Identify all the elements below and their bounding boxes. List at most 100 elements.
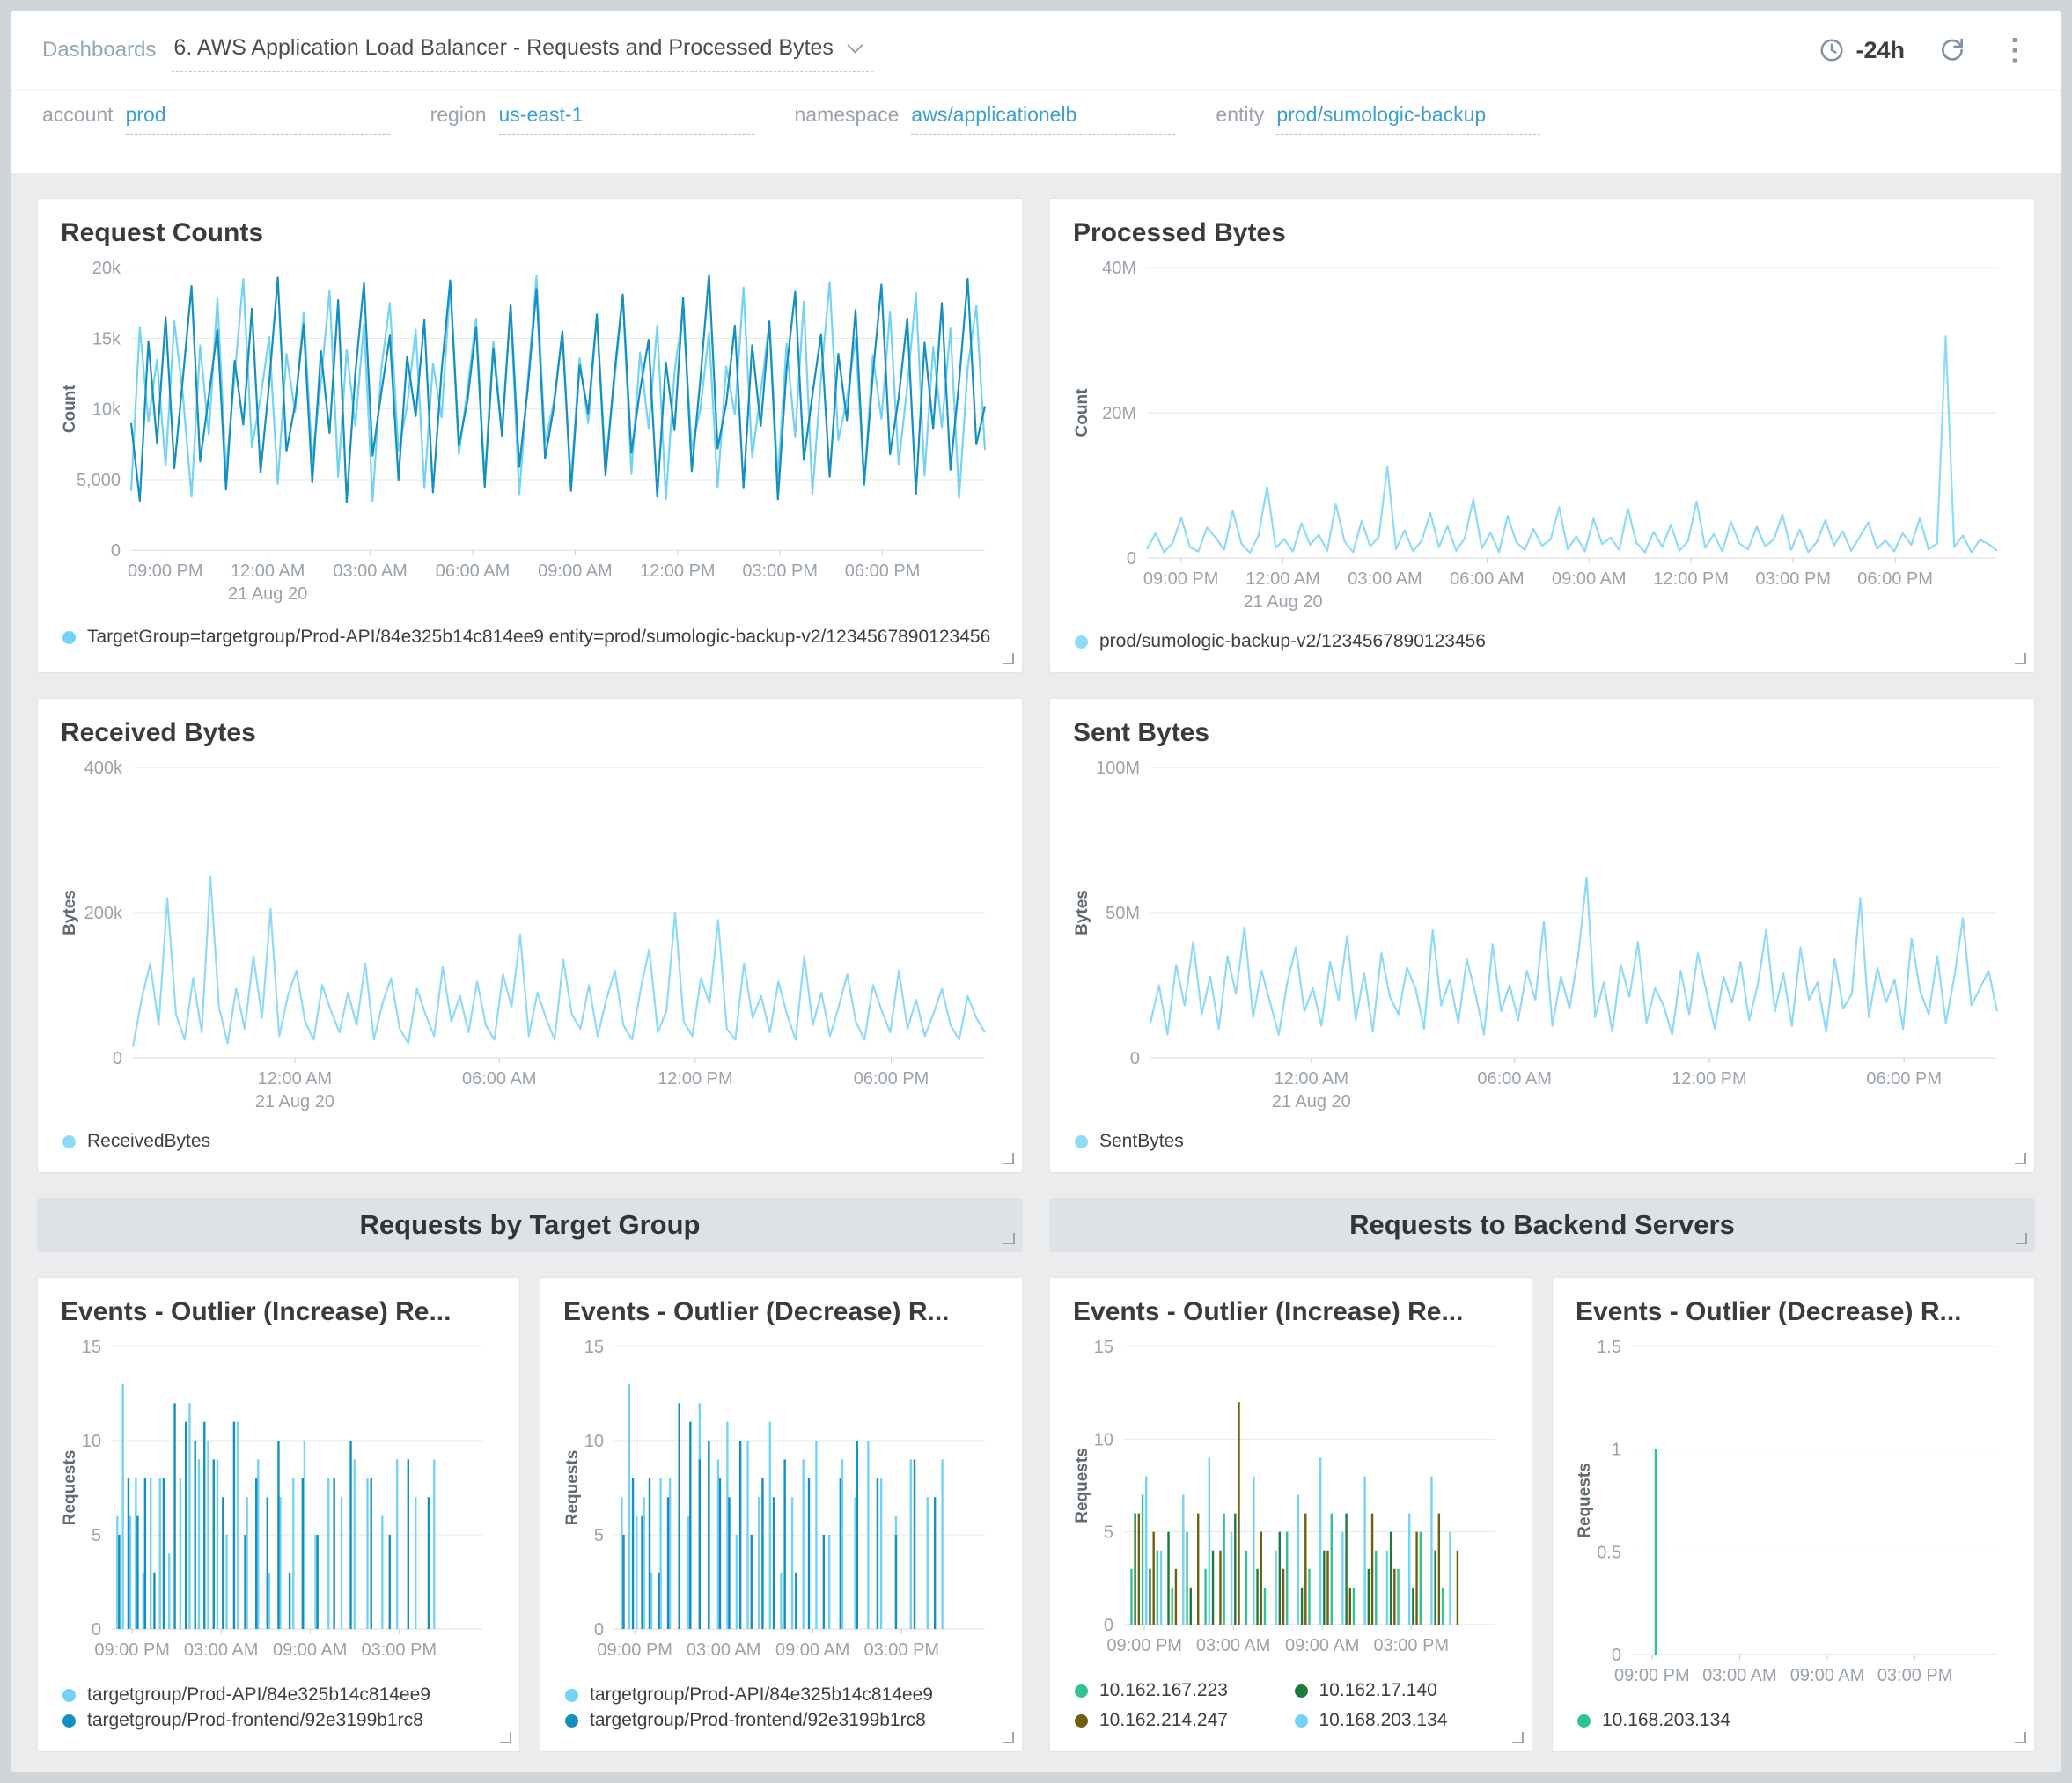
svg-text:09:00 AM: 09:00 AM xyxy=(1285,1636,1360,1655)
time-range-control[interactable]: -24h xyxy=(1819,37,1905,64)
resize-handle[interactable] xyxy=(2015,653,2026,664)
legend: 10.168.203.134 xyxy=(1576,1695,2011,1739)
section-header-label: Requests by Target Group xyxy=(360,1209,701,1241)
legend-label: 10.162.167.223 xyxy=(1099,1680,1228,1701)
svg-text:21 Aug 20: 21 Aug 20 xyxy=(1244,592,1323,612)
resize-handle[interactable] xyxy=(1003,1233,1015,1244)
panel-processed-bytes: Processed Bytes 020M40MCount09:00 PM12:0… xyxy=(1049,198,2035,673)
panel-events-outlier-increase-targetgroup: Events - Outlier (Increase) Re... 051015… xyxy=(37,1277,520,1752)
resize-handle[interactable] xyxy=(2015,1153,2026,1164)
svg-text:09:00 PM: 09:00 PM xyxy=(94,1640,170,1660)
svg-text:15: 15 xyxy=(1094,1338,1113,1357)
filter-entity: entity prod/sumologic-backup xyxy=(1216,103,1540,135)
legend-item[interactable]: TargetGroup=targetgroup/Prod-API/84e325b… xyxy=(62,623,997,652)
resize-handle[interactable] xyxy=(2015,1732,2026,1743)
panel-title-request-counts: Request Counts xyxy=(61,218,999,248)
filter-value-region[interactable]: us-east-1 xyxy=(499,103,754,135)
svg-text:5,000: 5,000 xyxy=(77,471,121,490)
panel-title: Events - Outlier (Increase) Re... xyxy=(1073,1297,1509,1327)
breadcrumb-dashboards[interactable]: Dashboards xyxy=(42,38,156,62)
panel-title-sent-bytes: Sent Bytes xyxy=(1073,718,2011,748)
panel-sent-bytes: Sent Bytes 050M100MBytes12:00 AM21 Aug 2… xyxy=(1049,698,2035,1173)
resize-handle[interactable] xyxy=(1003,1732,1014,1743)
svg-text:Count: Count xyxy=(61,385,79,434)
legend-label: 10.162.214.247 xyxy=(1099,1710,1228,1731)
panel-events-outlier-decrease-backend: Events - Outlier (Decrease) R... 00.511.… xyxy=(1552,1277,2035,1752)
events-outlier-decrease-targetgroup-chart[interactable]: 051015Requests09:00 PM03:00 AM09:00 AM03… xyxy=(563,1334,999,1669)
dashboard-body: Request Counts 05,00010k15k20kCount09:00… xyxy=(11,173,2061,1772)
filter-label-namespace: namespace xyxy=(795,103,900,127)
resize-handle[interactable] xyxy=(1003,1153,1014,1164)
legend-dot xyxy=(62,1135,76,1148)
svg-text:03:00 PM: 03:00 PM xyxy=(361,1640,437,1660)
svg-text:21 Aug 20: 21 Aug 20 xyxy=(1272,1092,1351,1112)
sent-bytes-chart[interactable]: 050M100MBytes12:00 AM21 Aug 2006:00 AM12… xyxy=(1073,755,2011,1116)
page-title: 6. AWS Application Load Balancer - Reque… xyxy=(173,35,834,61)
svg-text:12:00 AM: 12:00 AM xyxy=(1275,1069,1349,1089)
events-outlier-increase-targetgroup-chart[interactable]: 051015Requests09:00 PM03:00 AM09:00 AM03… xyxy=(61,1334,496,1669)
legend-item[interactable]: targetgroup/Prod-frontend/92e3199b1rc8 xyxy=(565,1710,997,1731)
events-outlier-increase-backend-chart[interactable]: 051015Requests09:00 PM03:00 AM09:00 AM03… xyxy=(1073,1334,1509,1665)
filter-value-account[interactable]: prod xyxy=(126,103,390,135)
legend-label: 10.168.203.134 xyxy=(1602,1710,1730,1731)
svg-text:09:00 PM: 09:00 PM xyxy=(1143,569,1219,589)
dashboard-title-dropdown[interactable]: 6. AWS Application Load Balancer - Reque… xyxy=(172,28,873,72)
legend-dot xyxy=(1075,1135,1088,1148)
svg-text:0: 0 xyxy=(1127,549,1136,569)
legend-dot xyxy=(1075,1714,1088,1728)
legend-item[interactable]: SentBytes xyxy=(1075,1131,2010,1152)
panel-title: Events - Outlier (Decrease) R... xyxy=(563,1297,999,1327)
legend-dot xyxy=(62,631,76,644)
section-header-requests-by-target-group[interactable]: Requests by Target Group xyxy=(37,1198,1023,1252)
svg-text:12:00 PM: 12:00 PM xyxy=(1653,569,1729,589)
legend-item[interactable]: prod/sumologic-backup-v2/123456789012345… xyxy=(1075,631,2010,652)
panel-title: Events - Outlier (Decrease) R... xyxy=(1576,1297,2011,1327)
legend-item[interactable]: ReceivedBytes xyxy=(62,1131,997,1152)
svg-text:50M: 50M xyxy=(1106,904,1140,923)
legend-request-counts: TargetGroup=targetgroup/Prod-API/84e325b… xyxy=(61,608,999,660)
legend-item[interactable]: 10.168.203.134 xyxy=(1577,1710,2010,1731)
legend-dot xyxy=(1295,1714,1308,1728)
topbar: Dashboards 6. AWS Application Load Balan… xyxy=(11,11,2061,91)
legend-item[interactable]: 10.162.214.247 xyxy=(1075,1710,1288,1731)
svg-text:12:00 AM: 12:00 AM xyxy=(258,1069,333,1089)
svg-text:0: 0 xyxy=(92,1620,101,1640)
request-counts-chart[interactable]: 05,00010k15k20kCount09:00 PM12:00 AM21 A… xyxy=(61,255,999,608)
resize-handle[interactable] xyxy=(500,1732,511,1743)
legend-item[interactable]: targetgroup/Prod-API/84e325b14c814ee9 xyxy=(565,1684,997,1706)
filter-account: account prod xyxy=(42,103,390,135)
legend-item[interactable]: targetgroup/Prod-API/84e325b14c814ee9 xyxy=(62,1684,495,1706)
filter-value-entity[interactable]: prod/sumologic-backup xyxy=(1276,103,1540,135)
svg-text:20M: 20M xyxy=(1102,404,1136,423)
panel-title-processed-bytes: Processed Bytes xyxy=(1073,218,2011,248)
filter-bar: account prod region us-east-1 namespace … xyxy=(11,91,2061,173)
panel-received-bytes: Received Bytes 0200k400kBytes12:00 AM21 … xyxy=(37,698,1023,1173)
received-bytes-chart[interactable]: 0200k400kBytes12:00 AM21 Aug 2006:00 AM1… xyxy=(61,755,999,1116)
legend: 10.162.167.223 10.162.17.140 10.162.214.… xyxy=(1073,1665,1509,1739)
legend-label: 10.168.203.134 xyxy=(1319,1710,1448,1731)
resize-handle[interactable] xyxy=(1003,653,1014,664)
filter-label-entity: entity xyxy=(1216,103,1264,127)
svg-text:15: 15 xyxy=(82,1338,101,1357)
filter-value-namespace[interactable]: aws/applicationelb xyxy=(911,103,1175,135)
resize-handle[interactable] xyxy=(1512,1732,1524,1743)
section-header-requests-to-backend-servers[interactable]: Requests to Backend Servers xyxy=(1049,1198,2035,1252)
processed-bytes-chart[interactable]: 020M40MCount09:00 PM12:00 AM21 Aug 2003:… xyxy=(1073,255,2011,616)
page-frame: Dashboards 6. AWS Application Load Balan… xyxy=(0,0,2072,1783)
legend-label: targetgroup/Prod-frontend/92e3199b1rc8 xyxy=(590,1710,926,1731)
legend-item[interactable]: targetgroup/Prod-frontend/92e3199b1rc8 xyxy=(62,1710,495,1731)
svg-text:03:00 PM: 03:00 PM xyxy=(1877,1666,1953,1685)
legend-item[interactable]: 10.162.17.140 xyxy=(1295,1680,1508,1701)
kebab-menu-icon[interactable]: ⋮ xyxy=(2000,35,2030,65)
svg-text:1: 1 xyxy=(1612,1441,1621,1460)
svg-text:40M: 40M xyxy=(1102,259,1136,278)
svg-text:0: 0 xyxy=(1104,1616,1113,1635)
refresh-icon[interactable] xyxy=(1938,36,1966,64)
events-outlier-decrease-backend-chart[interactable]: 00.511.5Requests09:00 PM03:00 AM09:00 AM… xyxy=(1576,1334,2011,1695)
resize-handle[interactable] xyxy=(2016,1233,2027,1244)
legend-label: TargetGroup=targetgroup/Prod-API/84e325b… xyxy=(87,627,990,647)
legend-dot xyxy=(1075,635,1088,649)
legend-label: targetgroup/Prod-frontend/92e3199b1rc8 xyxy=(87,1710,423,1731)
legend-item[interactable]: 10.162.167.223 xyxy=(1075,1680,1288,1701)
legend-item[interactable]: 10.168.203.134 xyxy=(1295,1710,1508,1731)
